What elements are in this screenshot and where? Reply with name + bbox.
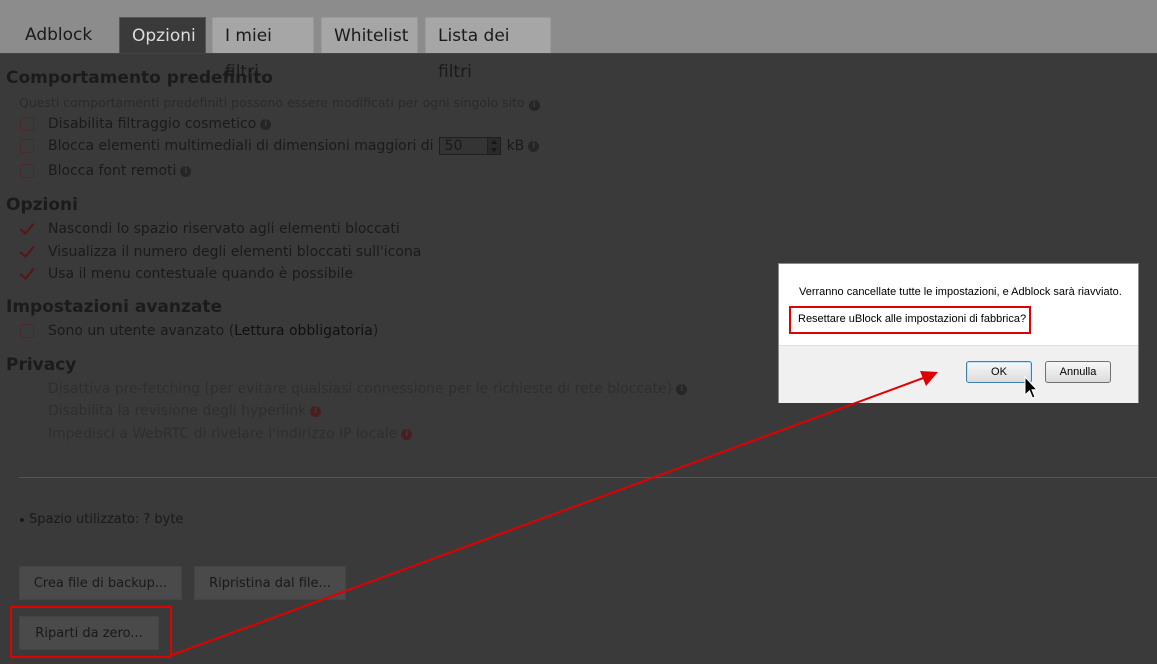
info-icon[interactable]: i <box>401 428 413 440</box>
section-title-default-behavior: Comportamento predefinito <box>6 68 273 88</box>
restore-button[interactable]: Ripristina dal file... <box>194 566 346 600</box>
info-icon[interactable]: i <box>676 383 688 395</box>
storage-used: Spazio utilizzato: ? byte <box>20 512 183 527</box>
cancel-button[interactable]: Annulla <box>1045 361 1111 383</box>
link-required-reading[interactable]: Lettura obbligatoria <box>234 323 373 339</box>
info-icon[interactable]: i <box>180 165 192 177</box>
ok-button[interactable]: OK <box>966 361 1032 383</box>
info-icon[interactable]: i <box>528 100 540 111</box>
divider <box>19 477 1157 478</box>
checkbox-hide-placeholders[interactable] <box>20 222 34 236</box>
row-webrtc: Impedisci a WebRTC di rivelare l'indiriz… <box>20 423 413 445</box>
annotation-highlight-reset <box>10 606 172 658</box>
bullet-dot <box>20 517 24 522</box>
row-prefetch: Disattiva pre-fetching (per evitare qual… <box>20 378 688 400</box>
mouse-pointer-icon <box>1024 376 1038 399</box>
spin-arrows-icon[interactable] <box>486 138 500 154</box>
tab-lista-dei-filtri[interactable]: Lista dei filtri <box>425 17 551 82</box>
default-behavior-note: Questi comportamenti predefiniti possono… <box>19 95 540 111</box>
row-hide-placeholders: Nascondi lo spazio riservato agli elemen… <box>20 218 400 240</box>
row-block-fonts: Blocca font remoti i <box>20 160 192 182</box>
label-show-count: Visualizza il numero degli elementi bloc… <box>48 244 422 260</box>
checkbox-block-media[interactable] <box>20 139 34 153</box>
row-block-media: Blocca elementi multimediali di dimensio… <box>20 135 540 157</box>
row-advanced-user: Sono un utente avanzato (Lettura obbliga… <box>20 320 378 342</box>
dialog-message: Verranno cancellate tutte le impostazion… <box>799 286 1122 298</box>
annotation-highlight-question <box>789 306 1031 334</box>
label-block-media: Blocca elementi multimediali di dimensio… <box>48 138 434 154</box>
label-advanced-user-close: ) <box>372 323 379 339</box>
label-hyperlink: Disabilita la revisione degli hyperlink <box>48 403 307 419</box>
tab-i-miei-filtri[interactable]: I miei filtri <box>212 17 314 82</box>
label-disable-cosmetic: Disabilita filtraggio cosmetico <box>48 116 257 132</box>
media-size-stepper[interactable]: 50 <box>438 137 501 155</box>
storage-used-label: Spazio utilizzato: ? byte <box>29 512 184 527</box>
media-size-value: 50 <box>444 138 463 154</box>
checkbox-show-count[interactable] <box>20 245 34 259</box>
label-prefetch: Disattiva pre-fetching (per evitare qual… <box>48 381 673 397</box>
label-block-fonts: Blocca font remoti <box>48 163 177 179</box>
label-hide-placeholders: Nascondi lo spazio riservato agli elemen… <box>48 221 400 237</box>
tab-bar: Adblock Opzioni I miei filtri Whitelist … <box>0 0 1157 82</box>
row-context-menu: Usa il menu contestuale quando è possibi… <box>20 263 353 285</box>
media-size-unit: kB <box>506 138 525 154</box>
checkbox-prefetch[interactable] <box>20 382 34 396</box>
checkbox-advanced-user[interactable] <box>20 324 34 338</box>
row-show-count: Visualizza il numero degli elementi bloc… <box>20 241 421 263</box>
info-icon[interactable]: i <box>528 140 540 152</box>
info-icon[interactable]: i <box>310 405 322 417</box>
default-behavior-note-text: Questi comportamenti predefiniti possono… <box>19 95 525 110</box>
backup-button[interactable]: Crea file di backup... <box>19 566 182 600</box>
label-context-menu: Usa il menu contestuale quando è possibi… <box>48 266 354 282</box>
checkbox-disable-cosmetic[interactable] <box>20 117 34 131</box>
row-hyperlink: Disabilita la revisione degli hyperlink … <box>20 400 322 422</box>
info-icon[interactable]: i <box>260 118 272 130</box>
section-title-options: Opzioni <box>6 195 78 215</box>
checkbox-hyperlink[interactable] <box>20 404 34 418</box>
tab-opzioni[interactable]: Opzioni <box>119 17 206 53</box>
tab-adblock[interactable]: Adblock <box>13 17 104 53</box>
label-webrtc: Impedisci a WebRTC di rivelare l'indiriz… <box>48 426 398 442</box>
label-advanced-user: Sono un utente avanzato ( <box>48 323 235 339</box>
checkbox-context-menu[interactable] <box>20 267 34 281</box>
section-title-privacy: Privacy <box>6 355 77 375</box>
dialog-footer: OK Annulla <box>779 345 1138 403</box>
checkbox-block-fonts[interactable] <box>20 164 34 178</box>
row-disable-cosmetic: Disabilita filtraggio cosmetico i <box>20 113 272 135</box>
tab-whitelist[interactable]: Whitelist <box>321 17 418 53</box>
checkbox-webrtc[interactable] <box>20 427 34 441</box>
section-title-advanced: Impostazioni avanzate <box>6 297 223 317</box>
